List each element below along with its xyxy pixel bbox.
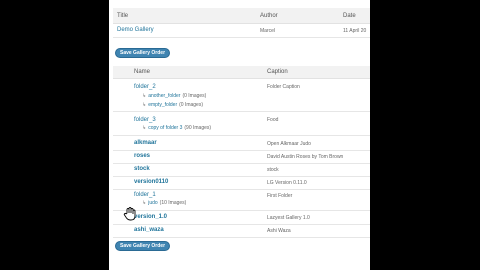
- save-gallery-order-button-bottom[interactable]: Save Gallery Order: [115, 241, 170, 251]
- subfolder-count: (90 Images): [184, 125, 212, 131]
- folder-link[interactable]: alkmaar: [134, 140, 157, 146]
- hand-cursor-icon: [123, 207, 136, 221]
- subfolder-item: ↳ copy of folder 3 (90 Images): [142, 125, 212, 131]
- divider: [113, 135, 370, 136]
- divider: [113, 150, 370, 151]
- subfolder-link[interactable]: empty_folder: [148, 102, 177, 108]
- folder-caption: stock: [267, 167, 279, 173]
- folder-caption: First Folder: [267, 193, 293, 199]
- column-caption: Caption: [267, 69, 288, 75]
- folder-link[interactable]: stock: [134, 166, 150, 172]
- folder-caption: Open Alkmaar Judo: [267, 141, 311, 147]
- folders-table-header: Name Caption: [113, 66, 370, 79]
- divider: [113, 189, 370, 190]
- gallery-author: Marcel: [260, 28, 276, 34]
- folder-link[interactable]: folder_3: [134, 117, 156, 123]
- folder-caption: Ashi Waza: [267, 228, 291, 234]
- gallery-title-link[interactable]: Demo Gallery: [117, 27, 154, 33]
- column-name: Name: [134, 69, 151, 75]
- column-date: Date: [343, 13, 356, 19]
- subfolder-item: ↳ empty_folder (0 Images): [142, 102, 204, 108]
- divider: [113, 37, 370, 38]
- divider: [113, 237, 370, 238]
- save-gallery-order-button[interactable]: Save Gallery Order: [115, 48, 170, 58]
- subfolder-count: (10 Images): [159, 200, 187, 206]
- folder-caption: Food: [267, 117, 279, 123]
- folder-link[interactable]: roses: [134, 153, 150, 159]
- divider: [113, 176, 370, 177]
- subfolder-item: ↳ another_folder (0 Images): [142, 93, 207, 99]
- subfolder-item: ↳ judo (10 Images): [142, 200, 187, 206]
- subfolder-link[interactable]: another_folder: [148, 93, 180, 99]
- subfolder-link[interactable]: copy of folder 3: [148, 125, 182, 131]
- subfolder-count: (0 Images): [179, 102, 204, 108]
- folder-link[interactable]: version_1.0: [134, 214, 167, 220]
- divider: [113, 111, 370, 112]
- subfolder-link[interactable]: judo: [148, 200, 157, 206]
- folder-link[interactable]: folder_2: [134, 84, 156, 90]
- folder-caption: Lazyest Gallery 1.0: [267, 215, 310, 221]
- folder-caption: David Austin Roses by Tom Brown: [267, 154, 344, 160]
- galleries-table-header: Title Author Date: [113, 8, 370, 24]
- folder-link[interactable]: version0110: [134, 179, 168, 185]
- subfolder-count: (0 Images): [182, 93, 207, 99]
- column-title: Title: [117, 13, 129, 19]
- divider: [113, 224, 370, 225]
- gallery-date: 11 April 20: [343, 28, 367, 34]
- divider: [113, 210, 370, 211]
- folder-link[interactable]: folder_1: [134, 192, 156, 198]
- folder-caption: Folder Caption: [267, 84, 300, 90]
- folder-link[interactable]: ashi_waza: [134, 227, 164, 233]
- divider: [113, 163, 370, 164]
- folder-caption: LG Version 0.11.0: [267, 180, 307, 186]
- column-author: Author: [260, 13, 278, 19]
- gallery-admin-panel: Title Author Date Demo Gallery Marcel 11…: [109, 0, 370, 270]
